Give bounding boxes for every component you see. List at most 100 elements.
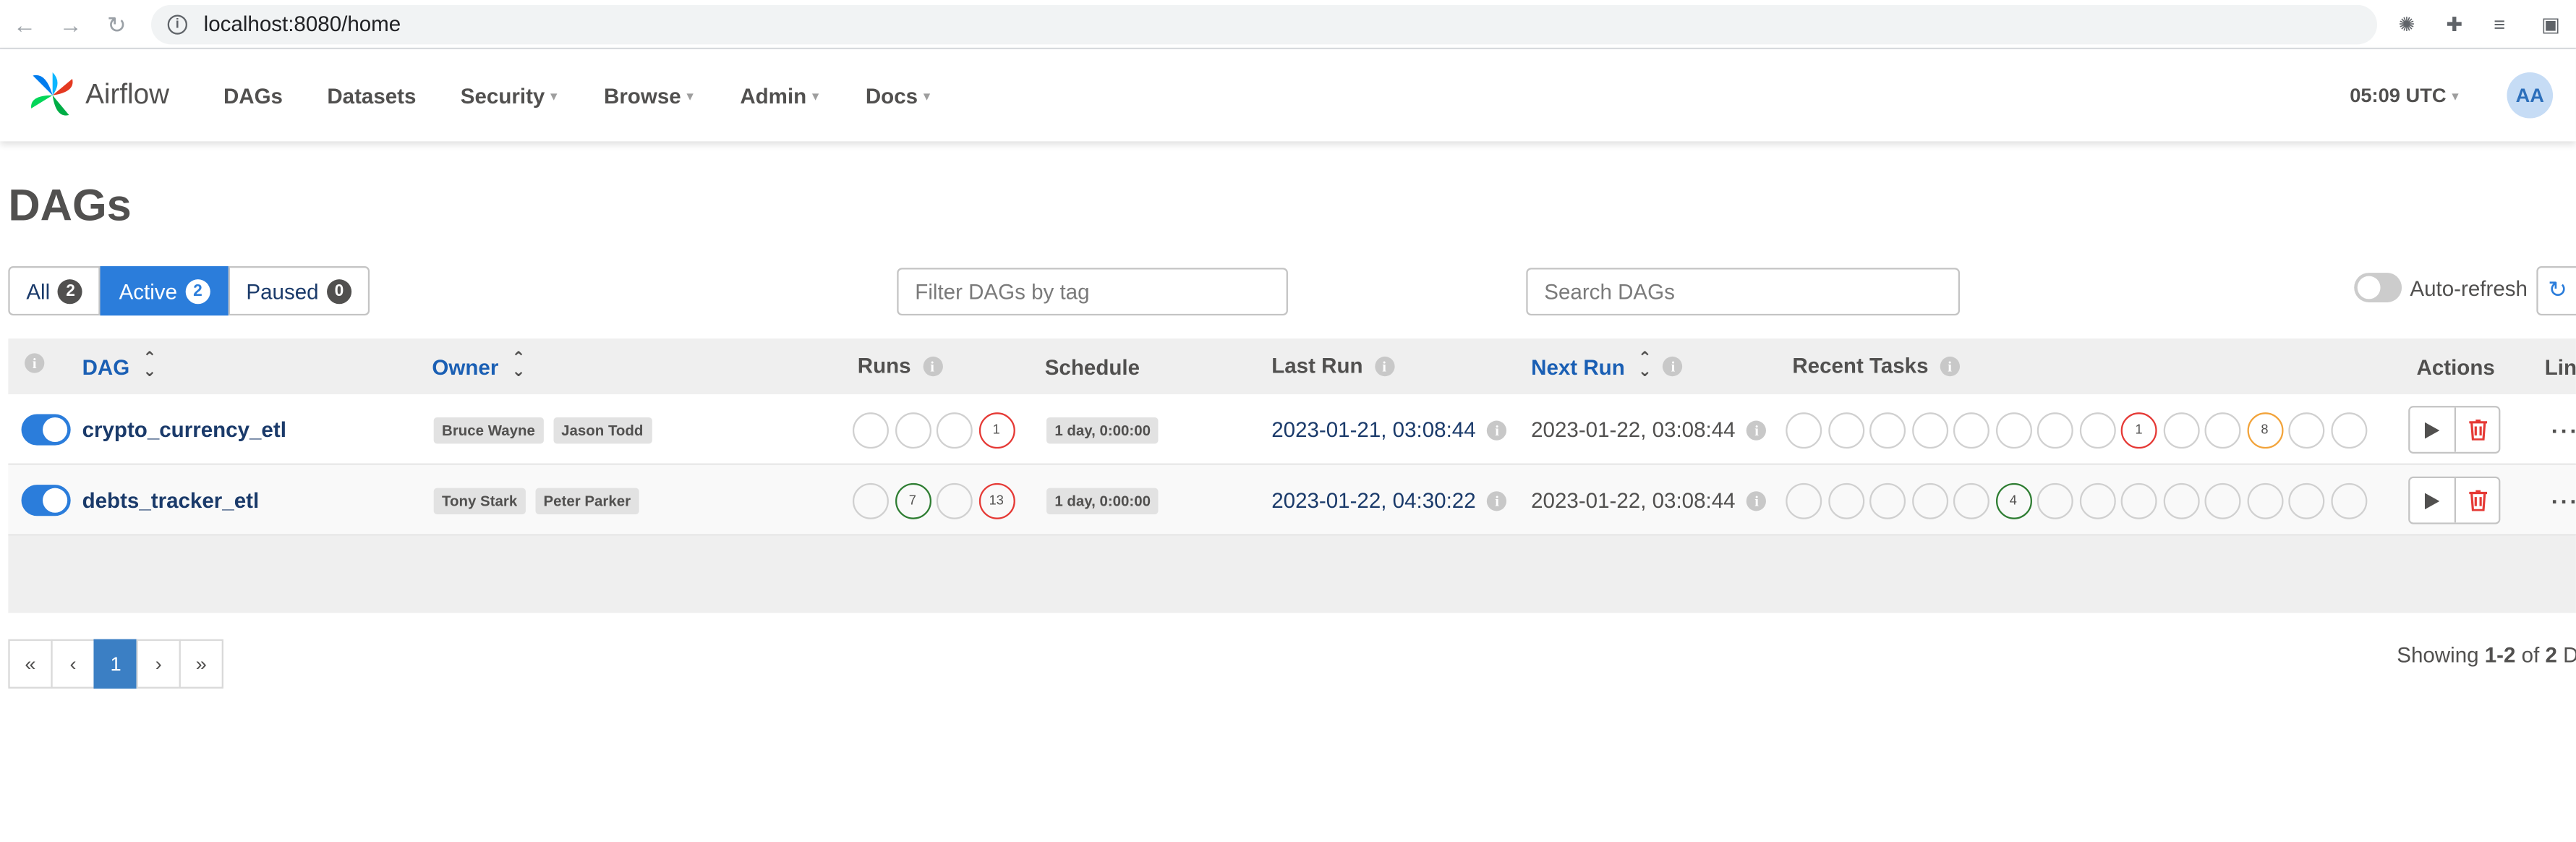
trigger-dag-button[interactable] [2410, 478, 2455, 523]
nav-docs-menu[interactable]: Docs ▼ [866, 83, 933, 108]
info-icon[interactable]: i [1940, 355, 1960, 376]
task-state-circle-success[interactable]: 4 [1995, 482, 2031, 519]
dag-name-link[interactable]: crypto_currency_etl [82, 417, 286, 442]
task-state-circle[interactable] [2330, 482, 2367, 519]
info-icon[interactable]: i [922, 355, 942, 376]
user-avatar[interactable]: AA [2507, 72, 2554, 119]
dag-pause-toggle[interactable] [21, 414, 71, 446]
task-state-circle[interactable] [2288, 482, 2325, 519]
task-state-circle[interactable] [2246, 482, 2283, 519]
info-icon[interactable]: i [1374, 355, 1394, 376]
task-state-circle[interactable] [1995, 412, 2031, 448]
info-icon[interactable]: i [1747, 420, 1767, 440]
puzzle-extensions-icon[interactable]: ✚ [2446, 13, 2468, 36]
nav-admin-menu[interactable]: Admin ▼ [740, 83, 821, 108]
task-state-circle[interactable] [1953, 482, 1989, 519]
task-state-circle[interactable] [2120, 482, 2157, 519]
first-page-button[interactable]: « [8, 639, 53, 689]
sort-icon[interactable]: ⌃ ⌄ [142, 351, 156, 380]
last-page-button[interactable]: » [179, 639, 223, 689]
address-bar[interactable]: i localhost:8080/home [150, 4, 2378, 44]
more-links-icon[interactable]: ··· [2551, 417, 2576, 443]
task-state-circle[interactable] [2330, 412, 2367, 448]
bug-extension-icon[interactable]: ✺ [2399, 13, 2421, 36]
task-state-circle-failed[interactable]: 1 [2120, 412, 2157, 448]
timezone-menu[interactable]: 05:09 UTC ▼ [2350, 84, 2461, 107]
run-state-circle[interactable] [852, 412, 889, 448]
delete-dag-button[interactable] [2454, 478, 2499, 523]
task-state-circle[interactable] [2078, 412, 2115, 448]
site-info-icon[interactable]: i [167, 14, 187, 34]
forward-icon[interactable]: → [59, 12, 82, 35]
filter-active-button[interactable]: Active 2 [101, 265, 229, 316]
task-state-circle[interactable] [1786, 412, 1822, 448]
owner-tag[interactable]: Tony Stark [433, 487, 526, 514]
run-state-circle[interactable] [852, 482, 889, 519]
info-icon[interactable]: i [1487, 420, 1507, 440]
autorefresh-toggle[interactable] [2354, 273, 2402, 302]
delete-dag-button[interactable] [2454, 407, 2499, 452]
reload-icon[interactable]: ↻ [105, 12, 128, 35]
current-page-button[interactable]: 1 [93, 639, 138, 689]
task-state-circle[interactable] [2037, 412, 2073, 448]
task-state-circle-upstream-failed[interactable]: 8 [2246, 412, 2283, 448]
info-icon[interactable]: i [1747, 490, 1767, 511]
side-panel-icon[interactable]: ▣ [2541, 13, 2563, 36]
nav-datasets[interactable]: Datasets [327, 83, 416, 108]
nav-security-menu[interactable]: Security ▼ [461, 83, 560, 108]
task-state-circle[interactable] [1869, 482, 1906, 519]
dag-column-header[interactable]: DAG ⌃ ⌄ [82, 351, 157, 380]
task-state-circle[interactable] [2078, 482, 2115, 519]
schedule-tag[interactable]: 1 day, 0:00:00 [1046, 487, 1159, 514]
tag-filter-input[interactable] [897, 268, 1288, 316]
task-state-circle[interactable] [1827, 482, 1864, 519]
task-state-circle[interactable] [2288, 412, 2325, 448]
airflow-logo[interactable]: Airflow [26, 69, 223, 122]
info-icon[interactable]: i [1663, 356, 1684, 377]
task-state-circle[interactable] [2204, 482, 2241, 519]
more-links-icon[interactable]: ··· [2551, 488, 2576, 514]
task-state-circle[interactable] [2204, 412, 2241, 448]
run-state-circle[interactable] [936, 412, 973, 448]
info-icon[interactable]: i [25, 353, 45, 373]
run-state-circle-failed[interactable]: 1 [978, 412, 1015, 448]
autorefresh-control[interactable]: Auto-refresh [2354, 273, 2528, 302]
task-state-circle[interactable] [1953, 412, 1989, 448]
refresh-button[interactable]: ↻ [2536, 265, 2576, 316]
filter-all-button[interactable]: All 2 [8, 265, 101, 316]
prev-page-button[interactable]: ‹ [51, 639, 95, 689]
owner-tag[interactable]: Peter Parker [535, 487, 639, 514]
run-state-circle[interactable] [894, 412, 931, 448]
filter-paused-button[interactable]: Paused 0 [228, 265, 370, 316]
sort-icon[interactable]: ⌃ ⌄ [512, 351, 526, 380]
schedule-tag[interactable]: 1 day, 0:00:00 [1046, 416, 1159, 443]
task-state-circle[interactable] [1869, 412, 1906, 448]
task-state-circle[interactable] [2037, 482, 2073, 519]
owner-column-header[interactable]: Owner ⌃ ⌄ [432, 351, 526, 380]
sort-icon[interactable]: ⌃ ⌄ [1638, 351, 1652, 380]
trigger-dag-button[interactable] [2410, 407, 2455, 452]
owner-tag[interactable]: Bruce Wayne [433, 416, 544, 443]
next-page-button[interactable]: › [136, 639, 181, 689]
task-state-circle[interactable] [1911, 482, 1948, 519]
owner-tag[interactable]: Jason Todd [553, 416, 652, 443]
task-state-circle[interactable] [1786, 482, 1822, 519]
dag-pause-toggle[interactable] [21, 485, 71, 516]
run-state-circle-success[interactable]: 7 [894, 482, 931, 519]
run-state-circle[interactable] [936, 482, 973, 519]
task-state-circle[interactable] [2162, 412, 2199, 448]
search-dags-input[interactable] [1526, 268, 1961, 316]
dag-name-link[interactable]: debts_tracker_etl [82, 488, 260, 513]
task-state-circle[interactable] [1911, 412, 1948, 448]
task-state-circle[interactable] [2162, 482, 2199, 519]
media-queue-icon[interactable]: ≡ [2494, 13, 2515, 36]
run-state-circle-failed[interactable]: 13 [978, 482, 1015, 519]
nav-browse-menu[interactable]: Browse ▼ [604, 83, 696, 108]
info-icon[interactable]: i [1487, 490, 1507, 511]
last-run-link[interactable]: 2023-01-21, 03:08:44 [1271, 417, 1475, 442]
next-run-column-header[interactable]: Next Run ⌃ ⌄ i [1531, 351, 1684, 380]
back-icon[interactable]: ← [13, 12, 36, 35]
task-state-circle[interactable] [1827, 412, 1864, 448]
nav-dags[interactable]: DAGs [223, 83, 283, 108]
last-run-link[interactable]: 2023-01-22, 04:30:22 [1271, 488, 1475, 513]
